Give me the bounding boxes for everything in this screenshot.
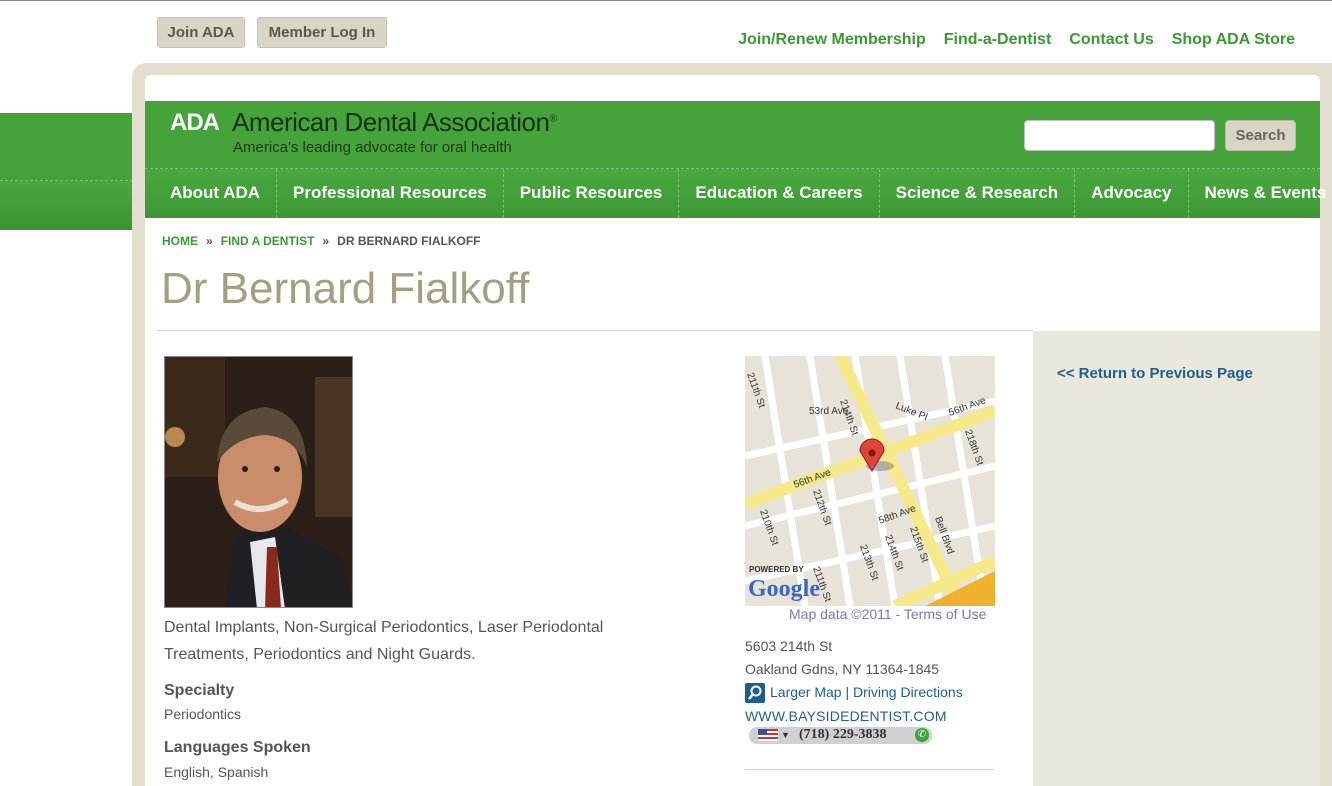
breadcrumb-separator: » <box>322 234 330 248</box>
top-links: Join/Renew Membership Find-a-Dentist Con… <box>738 31 1295 49</box>
nav-advocacy[interactable]: Advocacy <box>1075 169 1189 218</box>
map-powered-by: POWERED BY <box>749 565 804 574</box>
breadcrumb-home[interactable]: HOME <box>162 234 198 248</box>
nav-professional-resources[interactable]: Professional Resources <box>277 169 504 218</box>
join-renew-link[interactable]: Join/Renew Membership <box>738 31 926 49</box>
main-nav: About ADA Professional Resources Public … <box>145 168 1326 218</box>
nav-news-events[interactable]: News & Events <box>1189 169 1332 218</box>
website-link[interactable]: WWW.BAYSIDEDENTIST.COM <box>745 708 947 724</box>
return-previous-link[interactable]: << Return to Previous Page <box>1057 365 1253 382</box>
registered-mark: ® <box>549 113 557 125</box>
magnifier-icon[interactable] <box>745 683 765 703</box>
ada-logo[interactable]: ADA <box>170 109 220 137</box>
tagline: America's leading advocate for oral heal… <box>233 139 512 156</box>
nav-education-careers[interactable]: Education & Careers <box>679 169 880 218</box>
top-border <box>0 0 1332 1</box>
specialty-value: Periodontics <box>164 706 242 722</box>
org-name[interactable]: American Dental Association® <box>232 107 557 138</box>
call-icon[interactable]: ✆ <box>915 728 929 742</box>
larger-map-directions-link[interactable]: Larger Map | Driving Directions <box>770 684 963 700</box>
site-header: ADA American Dental Association® America… <box>145 101 1320 168</box>
find-a-dentist-link[interactable]: Find-a-Dentist <box>944 31 1052 49</box>
search-button[interactable]: Search <box>1225 120 1296 151</box>
page-title: Dr Bernard Fialkoff <box>161 264 530 313</box>
member-login-button[interactable]: Member Log In <box>257 17 387 48</box>
search-input[interactable] <box>1024 120 1215 151</box>
location-map[interactable]: 53rd Ave 214th St Luke Pl 56th Ave 218th… <box>745 356 995 606</box>
join-ada-button[interactable]: Join ADA <box>157 17 245 48</box>
org-name-text: American Dental Association <box>232 107 550 137</box>
nav-about-ada[interactable]: About ADA <box>145 169 278 218</box>
google-logo: Google <box>748 576 820 602</box>
title-divider <box>157 330 1033 331</box>
breadcrumb-separator: » <box>206 234 213 248</box>
languages-label: Languages Spoken <box>164 739 311 756</box>
breadcrumb: HOME » FIND A DENTIST » DR BERNARD FIALK… <box>162 234 480 248</box>
breadcrumb-find-dentist[interactable]: FIND A DENTIST <box>221 234 315 248</box>
right-sidebar: << Return to Previous Page <box>1033 331 1320 786</box>
address-line-2: Oakland Gdns, NY 11364-1845 <box>745 661 940 677</box>
address-line-1: 5603 214th St <box>745 638 833 654</box>
dropdown-arrow-icon[interactable]: ▼ <box>781 730 790 740</box>
languages-value: English, Spanish <box>164 764 269 780</box>
shop-store-link[interactable]: Shop ADA Store <box>1172 31 1295 49</box>
section-divider <box>745 769 995 770</box>
nav-public-resources[interactable]: Public Resources <box>504 169 680 218</box>
map-data-text: Map data ©2011 <box>789 606 892 622</box>
breadcrumb-current: DR BERNARD FIALKOFF <box>337 234 481 248</box>
profile-description: Dental Implants, Non-Surgical Periodonti… <box>164 619 604 663</box>
map-credit: Map data ©2011 - Terms of Use <box>789 606 986 622</box>
nav-science-research[interactable]: Science & Research <box>880 169 1076 218</box>
terms-of-use-link[interactable]: Terms of Use <box>904 606 986 622</box>
contact-us-link[interactable]: Contact Us <box>1069 31 1153 49</box>
phone-number[interactable]: (718) 229-3838 <box>799 727 887 743</box>
us-flag-icon[interactable] <box>758 729 778 741</box>
dentist-photo <box>164 356 353 608</box>
phone-widget[interactable]: ▼ (718) 229-3838 ✆ <box>749 727 932 744</box>
specialty-label: Specialty <box>164 682 235 699</box>
map-credit-separator: - <box>895 606 901 622</box>
